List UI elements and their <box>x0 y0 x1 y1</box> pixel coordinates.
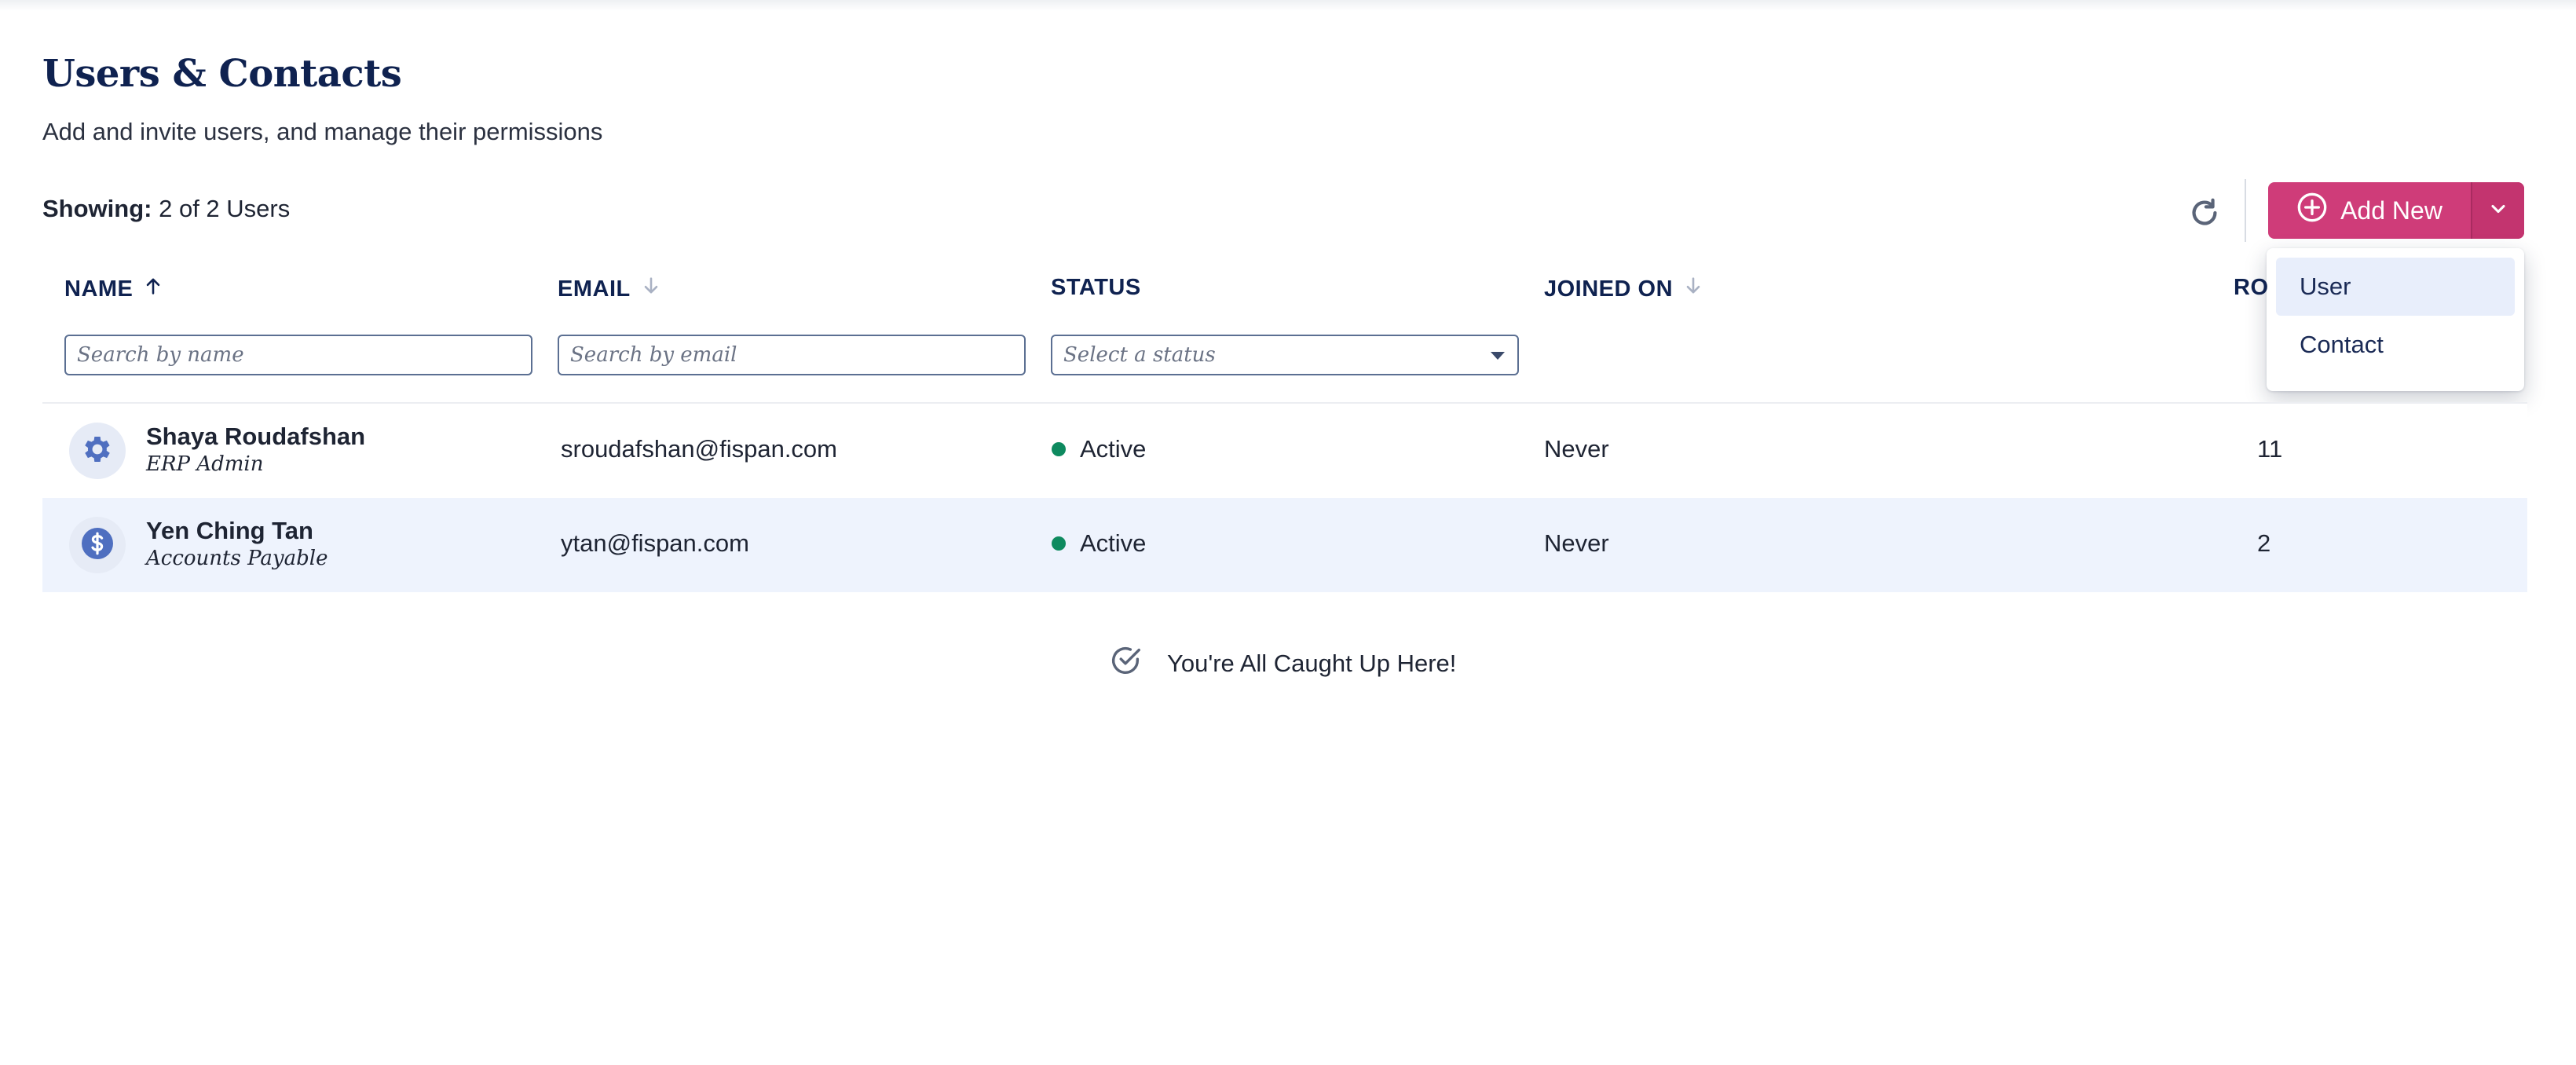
search-email-input[interactable] <box>558 335 1026 375</box>
column-header-roles[interactable]: RO <box>2234 275 2269 301</box>
user-name: Shaya Roudafshan <box>146 423 366 450</box>
column-header-name[interactable]: NAME <box>64 275 164 303</box>
status-select-placeholder: Select a status <box>1063 343 1216 367</box>
status-select[interactable]: Select a status <box>1051 335 1519 375</box>
column-header-roles-label: RO <box>2234 275 2269 300</box>
column-header-email-label: EMAIL <box>558 276 631 302</box>
top-shadow <box>0 0 2576 11</box>
status-badge: Active <box>1052 435 1146 463</box>
user-role: Accounts Payable <box>146 547 328 570</box>
add-new-menu: User Contact <box>2267 248 2524 391</box>
refresh-icon[interactable] <box>2186 195 2223 231</box>
status-dot <box>1052 442 1066 456</box>
add-new-dropdown-toggle[interactable] <box>2472 182 2524 239</box>
table-row[interactable]: Shaya Roudafshan ERP Admin sroudafshan@f… <box>42 404 2527 498</box>
joined-on: Never <box>1544 435 1609 463</box>
search-name-input[interactable] <box>64 335 532 375</box>
status-badge: Active <box>1052 529 1146 558</box>
avatar <box>69 423 126 479</box>
add-new-button[interactable]: Add New <box>2268 182 2472 239</box>
showing-label: Showing: <box>42 195 152 222</box>
avatar <box>69 517 126 573</box>
status-label: Active <box>1080 529 1147 557</box>
empty-state: You're All Caught Up Here! <box>1107 642 1456 685</box>
menu-item-user[interactable]: User <box>2276 258 2515 316</box>
roles-count: 2 <box>2257 529 2271 557</box>
arrow-down-icon <box>640 275 662 303</box>
arrow-down-icon <box>1682 275 1704 303</box>
page-title: Users & Contacts <box>42 52 402 96</box>
showing-value: 2 of 2 Users <box>159 195 291 222</box>
showing-count: Showing: 2 of 2 Users <box>42 195 290 223</box>
column-header-email[interactable]: EMAIL <box>558 275 662 303</box>
caret-down-icon <box>1489 343 1506 367</box>
add-new-split-button: Add New <box>2268 182 2524 239</box>
table-row[interactable]: Yen Ching Tan Accounts Payable ytan@fisp… <box>42 498 2527 592</box>
user-name: Yen Ching Tan <box>146 517 313 544</box>
status-label: Active <box>1080 435 1147 463</box>
status-dot <box>1052 536 1066 551</box>
plus-circle-icon <box>2296 192 2328 229</box>
toolbar-divider <box>2245 179 2246 242</box>
arrow-up-icon <box>142 275 164 303</box>
user-email: sroudafshan@fispan.com <box>561 435 837 463</box>
page-subtitle: Add and invite users, and manage their p… <box>42 118 603 145</box>
empty-state-message: You're All Caught Up Here! <box>1167 650 1457 677</box>
check-circle-icon <box>1107 642 1143 685</box>
column-header-joined-label: JOINED ON <box>1544 276 1674 302</box>
column-header-status-label: STATUS <box>1051 275 1141 300</box>
user-role: ERP Admin <box>146 452 264 476</box>
joined-on: Never <box>1544 529 1609 557</box>
roles-count: 11 <box>2257 435 2283 463</box>
user-email: ytan@fispan.com <box>561 529 749 557</box>
column-header-name-label: NAME <box>64 276 134 302</box>
dollar-icon <box>79 525 116 566</box>
add-new-label: Add New <box>2340 196 2442 225</box>
column-header-status: STATUS <box>1051 275 1141 301</box>
menu-item-contact[interactable]: Contact <box>2276 316 2515 374</box>
gear-icon <box>80 432 115 470</box>
column-header-joined-on[interactable]: JOINED ON <box>1544 275 1704 303</box>
chevron-down-icon <box>2487 198 2509 224</box>
